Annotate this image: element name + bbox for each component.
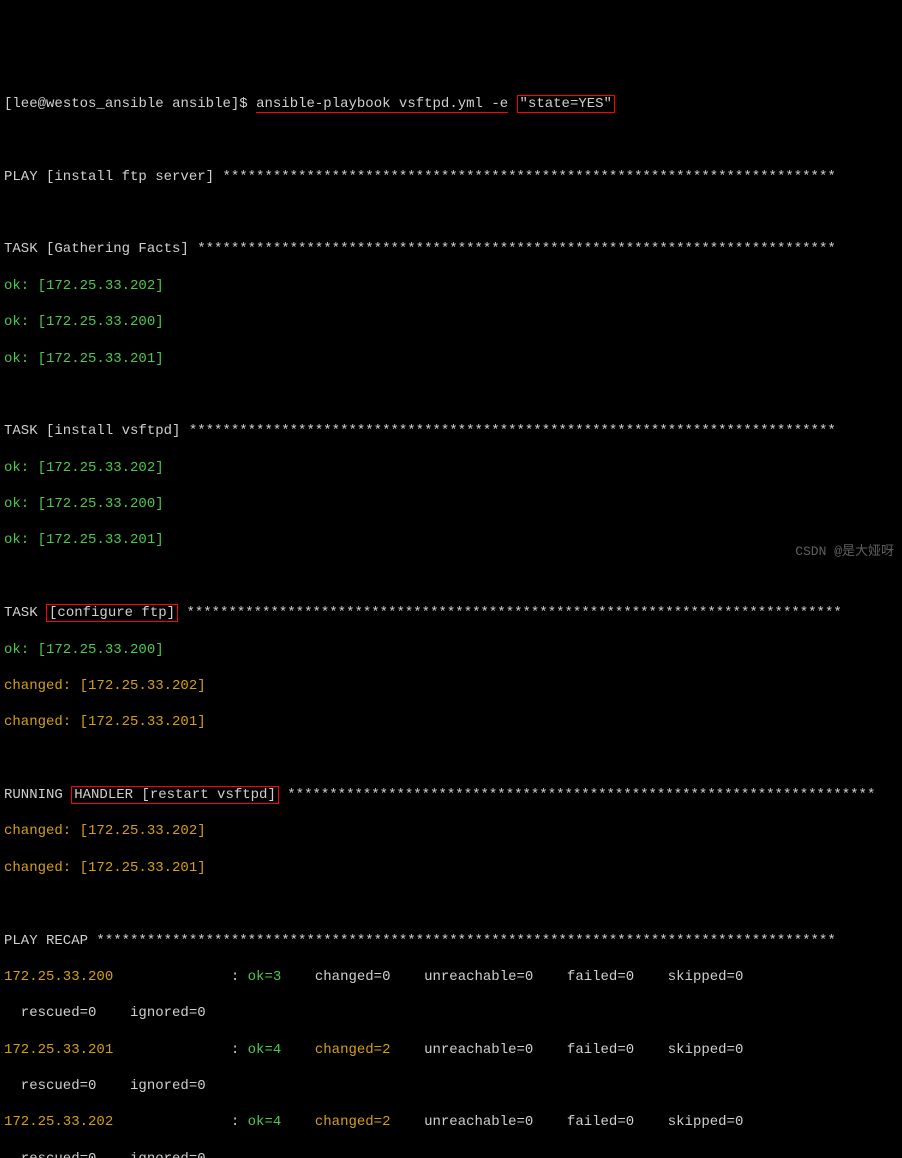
command-arg: "state=YES": [517, 95, 615, 113]
recap-failed: failed=0: [567, 1114, 634, 1130]
stars: ****************************************…: [88, 933, 836, 949]
configure-boxed: [configure ftp]: [46, 604, 178, 622]
recap-changed: changed=0: [315, 969, 391, 985]
prompt-dollar: $: [239, 96, 247, 112]
recap-ok: ok=4: [248, 1114, 282, 1130]
recap-host: 172.25.33.201: [4, 1042, 113, 1058]
handler-prefix: RUNNING: [4, 787, 71, 803]
recap-row: 172.25.33.200 : ok=3 changed=0 unreachab…: [4, 968, 898, 986]
recap-ok: ok=3: [248, 969, 282, 985]
task-prefix: TASK: [4, 605, 46, 621]
recap-row-rescued: rescued=0 ignored=0: [4, 1077, 898, 1095]
host-status-ok: ok: [172.25.33.200]: [4, 495, 898, 513]
command-text: ansible-playbook vsftpd.yml -e: [256, 96, 508, 113]
host-status-ok: ok: [172.25.33.201]: [4, 350, 898, 368]
host-status-ok: ok: [172.25.33.200]: [4, 313, 898, 331]
stars: ****************************************…: [178, 605, 842, 621]
task-gather-header: TASK [Gathering Facts] *****************…: [4, 240, 898, 258]
watermark: CSDN @是大娅呀: [795, 544, 894, 561]
stars: ****************************************…: [189, 241, 836, 257]
stars: ****************************************…: [180, 423, 835, 439]
host-status-ok: ok: [172.25.33.202]: [4, 459, 898, 477]
stars: ****************************************…: [279, 787, 876, 803]
recap-label: PLAY RECAP: [4, 933, 88, 949]
host-status-ok: ok: [172.25.33.200]: [4, 641, 898, 659]
recap-host: 172.25.33.202: [4, 1114, 113, 1130]
recap-failed: failed=0: [567, 1042, 634, 1058]
recap-skipped: skipped=0: [668, 969, 744, 985]
task-configure-header: TASK [configure ftp] *******************…: [4, 604, 898, 622]
recap-changed: changed=2: [315, 1114, 391, 1130]
recap-row: 172.25.33.201 : ok=4 changed=2 unreachab…: [4, 1041, 898, 1059]
prompt-line[interactable]: [lee@westos_ansible ansible]$ ansible-pl…: [4, 95, 898, 113]
host-status-changed: changed: [172.25.33.202]: [4, 822, 898, 840]
recap-header: PLAY RECAP *****************************…: [4, 932, 898, 950]
recap-ok: ok=4: [248, 1042, 282, 1058]
handler-boxed: HANDLER [restart vsftpd]: [71, 786, 279, 804]
host-status-changed: changed: [172.25.33.202]: [4, 677, 898, 695]
task-label: TASK [install vsftpd]: [4, 423, 180, 439]
prompt-dir: ansible: [172, 96, 231, 112]
terminal-output: [lee@westos_ansible ansible]$ ansible-pl…: [4, 77, 898, 1158]
recap-unreachable: unreachable=0: [424, 1114, 533, 1130]
play-header: PLAY [install ftp server] **************…: [4, 168, 898, 186]
recap-host: 172.25.33.200: [4, 969, 113, 985]
host-status-changed: changed: [172.25.33.201]: [4, 859, 898, 877]
recap-skipped: skipped=0: [668, 1114, 744, 1130]
recap-row: 172.25.33.202 : ok=4 changed=2 unreachab…: [4, 1113, 898, 1131]
recap-changed: changed=2: [315, 1042, 391, 1058]
stars: ****************************************…: [214, 169, 836, 185]
recap-row-rescued: rescued=0 ignored=0: [4, 1150, 898, 1158]
task-label: TASK [Gathering Facts]: [4, 241, 189, 257]
recap-skipped: skipped=0: [668, 1042, 744, 1058]
task-install-header: TASK [install vsftpd] ******************…: [4, 422, 898, 440]
handler-header: RUNNING HANDLER [restart vsftpd] *******…: [4, 786, 898, 804]
prompt-host: westos_ansible: [46, 96, 164, 112]
prompt-user: lee: [12, 96, 37, 112]
recap-failed: failed=0: [567, 969, 634, 985]
recap-row-rescued: rescued=0 ignored=0: [4, 1004, 898, 1022]
host-status-ok: ok: [172.25.33.201]: [4, 531, 898, 549]
host-status-ok: ok: [172.25.33.202]: [4, 277, 898, 295]
host-status-changed: changed: [172.25.33.201]: [4, 713, 898, 731]
recap-unreachable: unreachable=0: [424, 1042, 533, 1058]
recap-unreachable: unreachable=0: [424, 969, 533, 985]
play-label: PLAY [install ftp server]: [4, 169, 214, 185]
